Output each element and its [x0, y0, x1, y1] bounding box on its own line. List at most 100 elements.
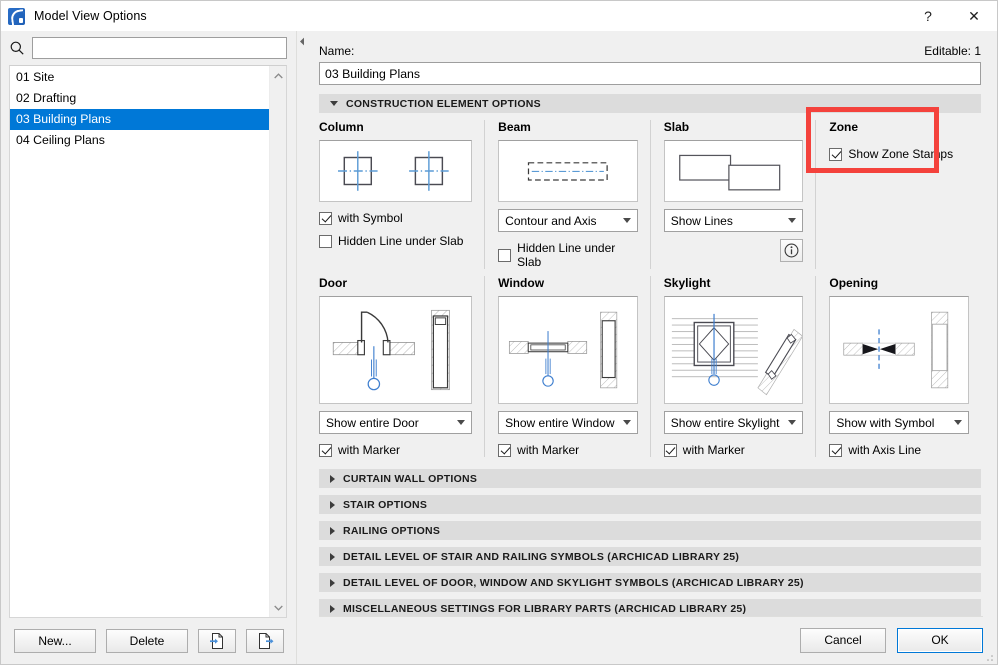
collapse-panel-icon[interactable] — [299, 37, 305, 48]
delete-button[interactable]: Delete — [106, 629, 188, 653]
zone-options: Zone Show Zone Stamps — [806, 107, 981, 269]
help-button[interactable]: ? — [905, 1, 951, 31]
chevron-right-icon — [330, 500, 335, 509]
dialog-footer: Cancel OK — [297, 616, 997, 664]
main-panel: Name: Editable: 1 CONSTRUCTION ELEMENT O… — [297, 31, 997, 664]
close-icon[interactable]: ✕ — [951, 1, 997, 31]
column-hidden-line-label: Hidden Line under Slab — [338, 234, 464, 248]
section-stair-options[interactable]: STAIR OPTIONS — [319, 495, 981, 514]
search-icon — [10, 41, 24, 55]
list-item[interactable]: 04 Ceiling Plans — [10, 130, 269, 151]
skylight-display-select[interactable]: Show entire Skylight — [663, 411, 804, 434]
beam-display-value: Contour and Axis — [505, 213, 597, 228]
element-row-1: Column with Symbol Hidden Line under Sla… — [319, 107, 981, 269]
column-with-symbol-row[interactable]: with Symbol — [319, 211, 472, 225]
column-with-symbol-checkbox[interactable] — [319, 211, 332, 225]
search-row — [1, 31, 296, 65]
name-row: Name: Editable: 1 — [297, 31, 997, 58]
name-input[interactable] — [319, 62, 981, 85]
import-button[interactable] — [198, 629, 236, 653]
zone-show-stamps-row[interactable]: Show Zone Stamps — [829, 147, 969, 161]
opening-title: Opening — [829, 276, 879, 290]
import-document-icon — [209, 633, 223, 649]
section-detail-level-stair-railing[interactable]: DETAIL LEVEL OF STAIR AND RAILING SYMBOL… — [319, 547, 981, 566]
resize-grip-icon[interactable] — [984, 652, 994, 662]
export-document-icon — [258, 633, 273, 649]
slab-display-select[interactable]: Show Lines — [663, 209, 804, 232]
beam-symbol — [528, 162, 608, 181]
beam-hidden-line-label: Hidden Line under Slab — [517, 241, 616, 269]
beam-display-select[interactable]: Contour and Axis — [498, 209, 638, 232]
list-scrollbar[interactable] — [269, 66, 286, 617]
collapsed-sections: CURTAIN WALL OPTIONS STAIR OPTIONS RAILI… — [319, 469, 981, 616]
window-preview — [498, 296, 638, 404]
door-with-marker-row[interactable]: with Marker — [319, 443, 472, 457]
name-label: Name: — [319, 44, 355, 58]
section-miscellaneous-settings[interactable]: MISCELLANEOUS SETTINGS FOR LIBRARY PARTS… — [319, 599, 981, 616]
opening-with-axis-label: with Axis Line — [848, 443, 922, 457]
opening-display-select[interactable]: Show with Symbol — [829, 411, 969, 434]
section-curtain-wall-options[interactable]: CURTAIN WALL OPTIONS — [319, 469, 981, 488]
chevron-down-icon — [457, 420, 466, 425]
info-icon — [784, 243, 799, 258]
window-with-marker-checkbox[interactable] — [498, 443, 512, 457]
skylight-with-marker-row[interactable]: with Marker — [663, 443, 804, 457]
opening-options: Opening Show with Symbol with Axis Line — [815, 276, 981, 457]
skylight-with-marker-checkbox[interactable] — [663, 443, 677, 457]
window-symbol — [509, 311, 618, 389]
options-scroll-area: CONSTRUCTION ELEMENT OPTIONS Column with… — [297, 85, 997, 616]
door-with-marker-checkbox[interactable] — [319, 443, 332, 457]
opening-with-axis-checkbox[interactable] — [829, 443, 843, 457]
slab-options: Slab Show Lines — [649, 120, 816, 269]
section-railing-options[interactable]: RAILING OPTIONS — [319, 521, 981, 540]
window-title: Window — [498, 276, 545, 290]
window-title: Model View Options — [34, 9, 147, 23]
sidebar-buttons: New... Delete — [1, 618, 296, 664]
door-with-marker-label: with Marker — [338, 443, 401, 457]
zone-show-stamps-checkbox[interactable] — [829, 147, 843, 161]
scroll-up-icon[interactable] — [270, 69, 287, 82]
chevron-right-icon — [330, 526, 335, 535]
chevron-right-icon — [330, 474, 335, 483]
section-label: CONSTRUCTION ELEMENT OPTIONS — [346, 97, 541, 110]
name-input-wrap — [297, 58, 997, 85]
editable-count-label: Editable: 1 — [924, 44, 981, 58]
skylight-preview — [663, 296, 804, 404]
skylight-options: Skylight Show entire Skylight with Marke… — [649, 276, 816, 457]
ok-button[interactable]: OK — [897, 627, 983, 653]
title-bar: Model View Options ? ✕ — [1, 1, 997, 31]
window-display-value: Show entire Window — [505, 415, 615, 430]
chevron-down-icon — [788, 420, 797, 425]
column-hidden-line-checkbox[interactable] — [319, 234, 332, 248]
door-options: Door Show entire Door with Marker — [319, 276, 484, 457]
beam-hidden-line-row[interactable]: Hidden Line under Slab — [498, 241, 638, 269]
section-construction-element-options[interactable]: CONSTRUCTION ELEMENT OPTIONS — [319, 94, 981, 113]
search-input[interactable] — [32, 37, 287, 59]
list-item[interactable]: 02 Drafting — [10, 88, 269, 109]
new-button[interactable]: New... — [14, 629, 96, 653]
chevron-down-icon — [330, 101, 338, 106]
section-detail-level-door-window-skylight[interactable]: DETAIL LEVEL OF DOOR, WINDOW AND SKYLIGH… — [319, 573, 981, 592]
chevron-right-icon — [330, 552, 335, 561]
opening-symbol — [843, 311, 949, 389]
window-display-select[interactable]: Show entire Window — [498, 411, 638, 434]
chevron-down-icon — [622, 420, 631, 425]
skylight-title: Skylight — [663, 276, 711, 290]
list-items: 01 Site 02 Drafting 03 Building Plans 04… — [10, 66, 269, 617]
skylight-display-value: Show entire Skylight — [670, 415, 780, 430]
cancel-button[interactable]: Cancel — [800, 627, 886, 653]
door-display-select[interactable]: Show entire Door — [319, 411, 473, 434]
section-label: STAIR OPTIONS — [343, 498, 428, 511]
window-with-marker-row[interactable]: with Marker — [498, 443, 638, 457]
opening-with-axis-row[interactable]: with Axis Line — [829, 443, 969, 457]
section-label: MISCELLANEOUS SETTINGS FOR LIBRARY PARTS… — [343, 602, 747, 615]
export-button[interactable] — [246, 629, 284, 653]
list-item[interactable]: 03 Building Plans — [10, 109, 269, 130]
beam-hidden-line-checkbox[interactable] — [498, 248, 512, 262]
column-preview — [319, 140, 473, 202]
list-item[interactable]: 01 Site — [10, 67, 269, 88]
scroll-down-icon[interactable] — [270, 601, 287, 614]
slab-info-button[interactable] — [780, 239, 804, 262]
column-hidden-line-row[interactable]: Hidden Line under Slab — [319, 234, 472, 248]
chevron-down-icon — [622, 218, 631, 223]
